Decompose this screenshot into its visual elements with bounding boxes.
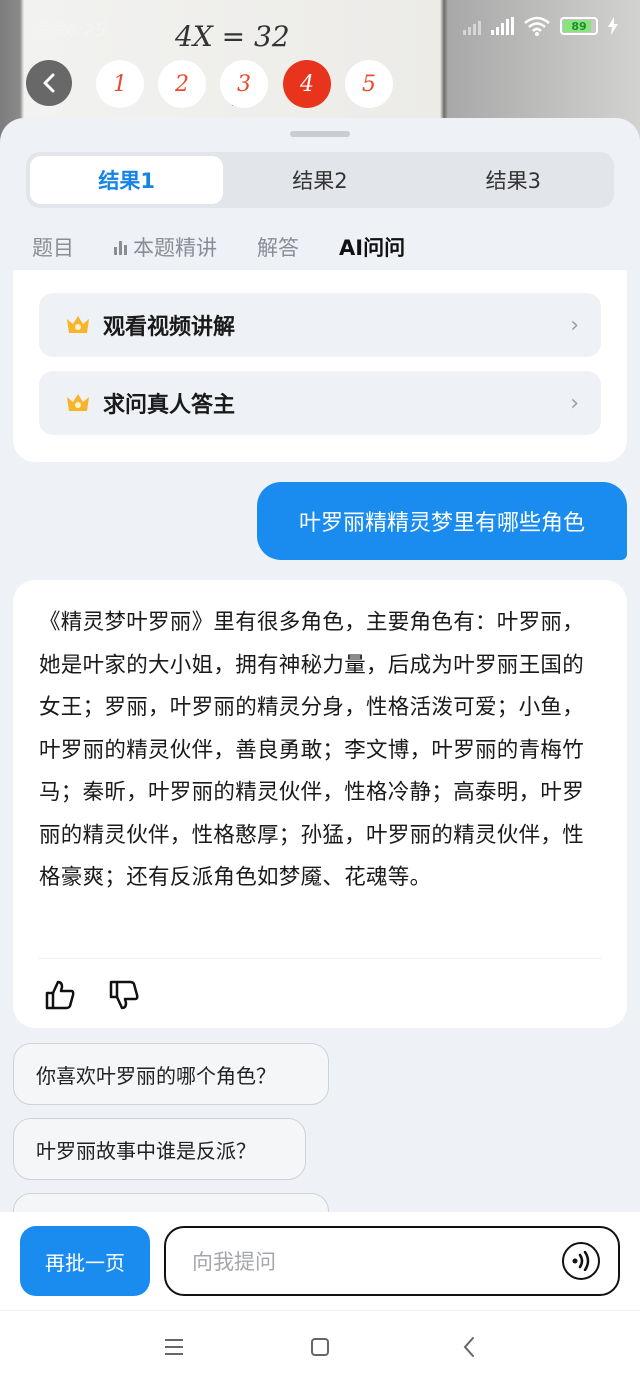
tab-ai-ask[interactable]: AI问问 (339, 232, 405, 262)
status-time: 傍晚6:25 (30, 20, 107, 41)
crown-icon (67, 316, 89, 333)
back-button[interactable] (26, 60, 72, 106)
results-sheet: 结果1 结果2 结果3 题目 本题精讲 解答 AI问问 观看视频讲解 › 求问真… (0, 118, 640, 1387)
chart-bars-icon (114, 239, 127, 255)
result-tab-3[interactable]: 结果3 (417, 156, 610, 204)
ask-person-button[interactable]: 求问真人答主 › (39, 371, 601, 435)
voice-input-icon[interactable] (562, 1242, 600, 1280)
menu-icon[interactable] (159, 1332, 189, 1362)
bottom-action-bar: 再批一页 向我提问 (0, 1212, 640, 1387)
help-options-card: 观看视频讲解 › 求问真人答主 › (13, 270, 627, 462)
battery-icon: 89 (560, 17, 598, 35)
content-tabs: 题目 本题精讲 解答 AI问问 (32, 230, 405, 264)
chevron-left-icon (43, 73, 55, 93)
photo-scribble: 4X = 32 (175, 20, 290, 53)
page-selector-2[interactable]: 2 (158, 60, 206, 108)
result-segmented-control: 结果1 结果2 结果3 (26, 152, 614, 208)
battery-level: 89 (571, 19, 587, 33)
suggestion-chip[interactable]: 叶罗丽故事中谁是反派？ (13, 1118, 306, 1180)
scan-again-button[interactable]: 再批一页 (20, 1226, 150, 1296)
ai-answer-text: 《精灵梦叶罗丽》里有很多角色，主要角色有：叶罗丽，她是叶家的大小姐，拥有神秘力量… (39, 610, 585, 890)
nav-back-icon[interactable] (454, 1332, 484, 1362)
page-selector-5[interactable]: 5 (345, 60, 393, 108)
tab-ai-ask-label: AI问问 (339, 236, 406, 260)
user-message-bubble: 叶罗丽精精灵梦里有哪些角色 (257, 482, 627, 560)
tab-question[interactable]: 题目 (32, 232, 74, 262)
ask-person-label: 求问真人答主 (103, 393, 236, 418)
page-selector-1[interactable]: 1 (96, 60, 144, 108)
tab-explanation-label: 本题精讲 (133, 236, 217, 260)
ai-answer-card: 《精灵梦叶罗丽》里有很多角色，主要角色有：叶罗丽，她是叶家的大小姐，拥有神秘力量… (13, 580, 627, 1028)
suggestion-chip[interactable]: 你喜欢叶罗丽的哪个角色？ (13, 1043, 329, 1105)
tab-answer[interactable]: 解答 (257, 232, 299, 262)
tab-explanation[interactable]: 本题精讲 (114, 232, 217, 262)
signal-hd-icon (491, 17, 514, 35)
thumbs-up-icon[interactable] (43, 978, 77, 1012)
tab-answer-label: 解答 (257, 236, 299, 260)
ask-input-field[interactable]: 向我提问 (164, 1226, 620, 1296)
chevron-right-icon: › (570, 390, 579, 416)
watch-video-button[interactable]: 观看视频讲解 › (39, 293, 601, 357)
page-selector-4[interactable]: 4 (283, 60, 331, 108)
ask-input-placeholder: 向我提问 (192, 1250, 276, 1274)
result-tab-1[interactable]: 结果1 (30, 156, 224, 204)
home-icon[interactable] (305, 1332, 335, 1362)
page-selector-3[interactable]: 3 (220, 60, 268, 108)
status-icons: 89 (463, 16, 618, 36)
tab-question-label: 题目 (32, 236, 74, 260)
charging-icon (608, 17, 618, 35)
nav-divider (0, 1310, 640, 1311)
signal-icon (463, 17, 481, 35)
answer-divider (39, 958, 601, 959)
wifi-icon (524, 16, 550, 36)
sheet-drag-handle[interactable] (290, 131, 350, 137)
sound-wave-icon (572, 1251, 590, 1271)
thumbs-down-icon[interactable] (107, 978, 141, 1012)
result-tab-2[interactable]: 结果2 (223, 156, 416, 204)
watch-video-label: 观看视频讲解 (103, 315, 236, 340)
chevron-right-icon: › (570, 312, 579, 338)
crown-icon (67, 394, 89, 411)
